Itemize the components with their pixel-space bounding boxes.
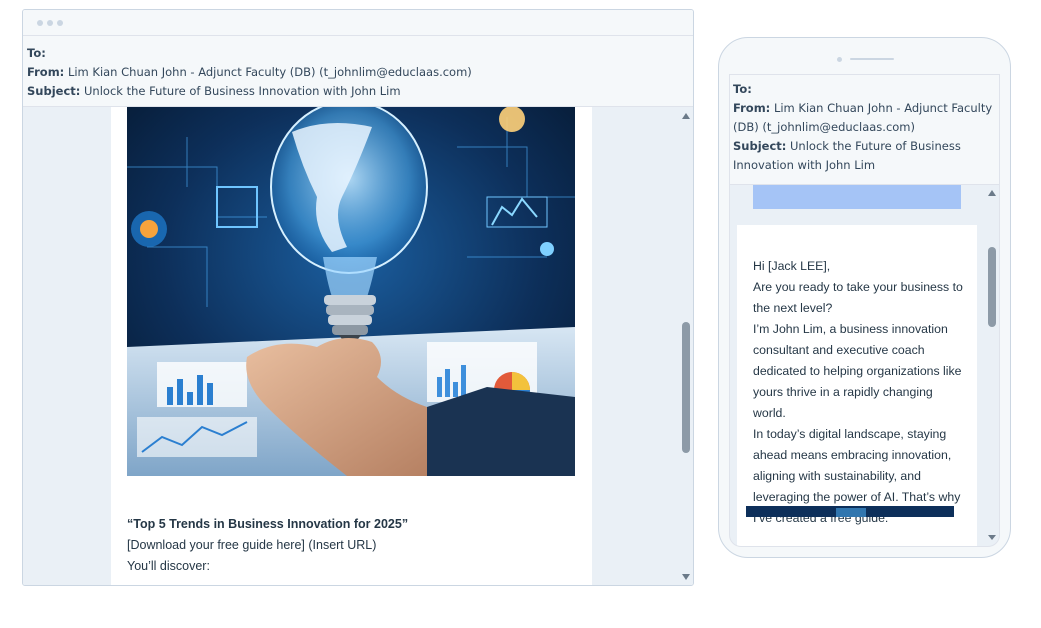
paragraph: Are you ready to take your business to t… (753, 280, 963, 315)
subject-row: Subject: Unlock the Future of Business I… (27, 82, 689, 101)
window-dot-icon (57, 19, 63, 26)
desktop-preview: To: From: Lim Kian Chuan John - Adjunct … (22, 9, 694, 586)
mobile-email-header: To: From: Lim Kian Chuan John - Adjunct … (730, 75, 999, 185)
mobile-email-content: Hi [Jack LEE], Are you ready to take you… (737, 225, 977, 546)
hero-image (127, 107, 575, 476)
desktop-scrollbar[interactable] (679, 107, 693, 585)
from-value: Lim Kian Chuan John - Adjunct Faculty (D… (67, 65, 472, 79)
mobile-scrollbar[interactable] (985, 185, 999, 546)
scrollbar-thumb[interactable] (682, 322, 690, 453)
subject-label: Subject: (27, 84, 81, 98)
scroll-up-arrow-icon[interactable] (682, 113, 690, 119)
discover-text: You’ll discover: (127, 559, 210, 573)
window-dot-icon (47, 19, 53, 26)
scroll-up-arrow-icon[interactable] (988, 190, 996, 196)
mobile-text-block: Hi [Jack LEE], Are you ready to take you… (753, 256, 968, 529)
email-text-block: “Top 5 Trends in Business Innovation for… (127, 514, 575, 577)
speaker-icon (850, 58, 894, 60)
guide-title: “Top 5 Trends in Business Innovation for… (127, 517, 409, 531)
subject-label: Subject: (733, 139, 787, 153)
mobile-preview: To: From: Lim Kian Chuan John - Adjunct … (718, 37, 1011, 558)
phone-screen: To: From: Lim Kian Chuan John - Adjunct … (729, 74, 1000, 547)
from-row: From: Lim Kian Chuan John - Adjunct Facu… (733, 99, 996, 137)
to-row: To: (733, 80, 996, 99)
window-dot-icon (37, 19, 43, 26)
from-row: From: Lim Kian Chuan John - Adjunct Facu… (27, 63, 689, 82)
email-body-viewport[interactable]: “Top 5 Trends in Business Innovation for… (23, 107, 693, 585)
blue-banner (753, 185, 961, 209)
window-titlebar (23, 10, 693, 36)
download-link[interactable]: [Download your free guide here] (Insert … (127, 535, 575, 556)
email-header: To: From: Lim Kian Chuan John - Adjunct … (23, 36, 693, 107)
subject-value: Unlock the Future of Business Innovation… (84, 84, 401, 98)
to-label: To: (733, 82, 752, 96)
mobile-email-body[interactable]: Hi [Jack LEE], Are you ready to take you… (730, 185, 985, 546)
from-value: Lim Kian Chuan John - Adjunct Faculty (D… (733, 101, 993, 134)
scroll-down-arrow-icon[interactable] (988, 535, 996, 540)
mobile-hero-image-peek (746, 505, 954, 517)
scroll-down-arrow-icon[interactable] (682, 574, 690, 580)
email-content: “Top 5 Trends in Business Innovation for… (111, 107, 592, 585)
to-label: To: (27, 46, 46, 60)
from-label: From: (27, 65, 65, 79)
paragraph: I’m John Lim, a business innovation cons… (753, 322, 962, 420)
phone-top-bar (719, 38, 1010, 74)
scrollbar-thumb[interactable] (988, 247, 996, 327)
from-label: From: (733, 101, 771, 115)
greeting: Hi [Jack LEE], (753, 259, 831, 273)
to-row: To: (27, 44, 689, 63)
camera-icon (837, 57, 842, 62)
subject-row: Subject: Unlock the Future of Business I… (733, 137, 996, 175)
